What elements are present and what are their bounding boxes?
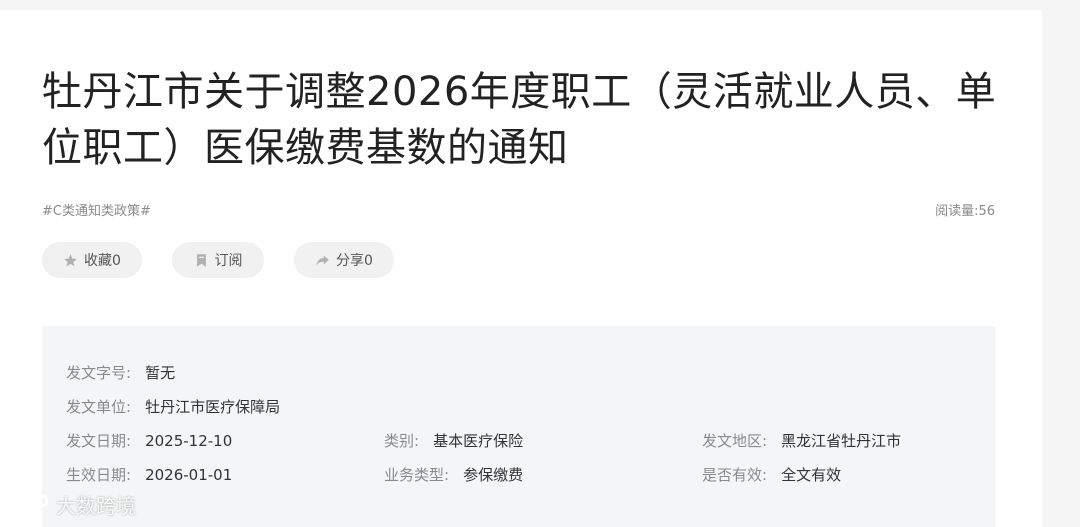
doc-number-value: 暂无 bbox=[145, 364, 176, 382]
category-value: 基本医疗保险 bbox=[433, 432, 524, 450]
info-row: 发文单位: 牡丹江市医疗保障局 bbox=[66, 390, 971, 424]
action-bar: 收藏0 订阅 分享0 bbox=[42, 242, 394, 278]
watermark-text: 大数跨境 bbox=[56, 494, 136, 518]
policy-tag[interactable]: #C类通知类政策# bbox=[42, 200, 151, 219]
issue-date-label: 发文日期: bbox=[66, 432, 132, 450]
info-row: 生效日期: 2026-01-01 业务类型: 参保缴费 是否有效: 全文有效 bbox=[66, 458, 971, 492]
issue-date-value: 2025-12-10 bbox=[145, 432, 233, 450]
page-title: 牡丹江市关于调整2026年度职工（灵活就业人员、单位职工）医保缴费基数的通知 bbox=[42, 69, 997, 171]
effective-date-label: 生效日期: bbox=[66, 466, 132, 484]
document-info-panel: 发文字号: 暂无 发文单位: 牡丹江市医疗保障局 发文日期: 2025-12-10 类… bbox=[42, 326, 995, 527]
effective-date-value: 2026-01-01 bbox=[145, 466, 233, 484]
favorite-label: 收藏0 bbox=[84, 253, 121, 269]
watermark-logo-icon bbox=[10, 494, 49, 512]
validity-label: 是否有效: bbox=[702, 466, 768, 484]
read-count: 阅读量:56 bbox=[935, 204, 995, 219]
category-label: 类别: bbox=[384, 432, 420, 450]
business-type-value: 参保缴费 bbox=[463, 466, 524, 484]
info-row: 发文字号: 暂无 bbox=[66, 356, 971, 390]
favorite-button[interactable]: 收藏0 bbox=[42, 242, 142, 278]
share-label: 分享0 bbox=[336, 253, 373, 269]
effective-date-field: 生效日期: 2026-01-01 bbox=[66, 458, 232, 492]
article-card: 牡丹江市关于调整2026年度职工（灵活就业人员、单位职工）医保缴费基数的通知 #… bbox=[0, 10, 1042, 527]
meta-row: #C类通知类政策# 阅读量:56 bbox=[42, 200, 995, 219]
issuer-label: 发文单位: bbox=[66, 398, 132, 416]
share-arrow-icon bbox=[316, 255, 329, 265]
issue-date-field: 发文日期: 2025-12-10 bbox=[66, 424, 232, 458]
business-type-label: 业务类型: bbox=[384, 466, 450, 484]
subscribe-label: 订阅 bbox=[214, 253, 243, 269]
star-icon bbox=[64, 253, 77, 266]
doc-number-label: 发文字号: bbox=[66, 364, 132, 382]
share-button[interactable]: 分享0 bbox=[294, 242, 394, 278]
region-value: 黑龙江省牡丹江市 bbox=[781, 432, 902, 450]
doc-number-field: 发文字号: 暂无 bbox=[66, 356, 175, 390]
info-row: 发文日期: 2025-12-10 类别: 基本医疗保险 发文地区: 黑龙江省牡丹江市 bbox=[66, 424, 971, 458]
issuer-field: 发文单位: 牡丹江市医疗保障局 bbox=[66, 390, 280, 424]
validity-field: 是否有效: 全文有效 bbox=[702, 458, 841, 492]
category-field: 类别: 基本医疗保险 bbox=[384, 424, 523, 458]
watermark: 大数跨境 bbox=[8, 490, 136, 519]
region-field: 发文地区: 黑龙江省牡丹江市 bbox=[702, 424, 901, 458]
bookmark-icon bbox=[196, 253, 206, 267]
issuer-value: 牡丹江市医疗保障局 bbox=[145, 398, 281, 416]
region-label: 发文地区: bbox=[702, 432, 768, 450]
subscribe-button[interactable]: 订阅 bbox=[172, 242, 264, 278]
business-type-field: 业务类型: 参保缴费 bbox=[384, 458, 523, 492]
validity-value: 全文有效 bbox=[781, 466, 842, 484]
